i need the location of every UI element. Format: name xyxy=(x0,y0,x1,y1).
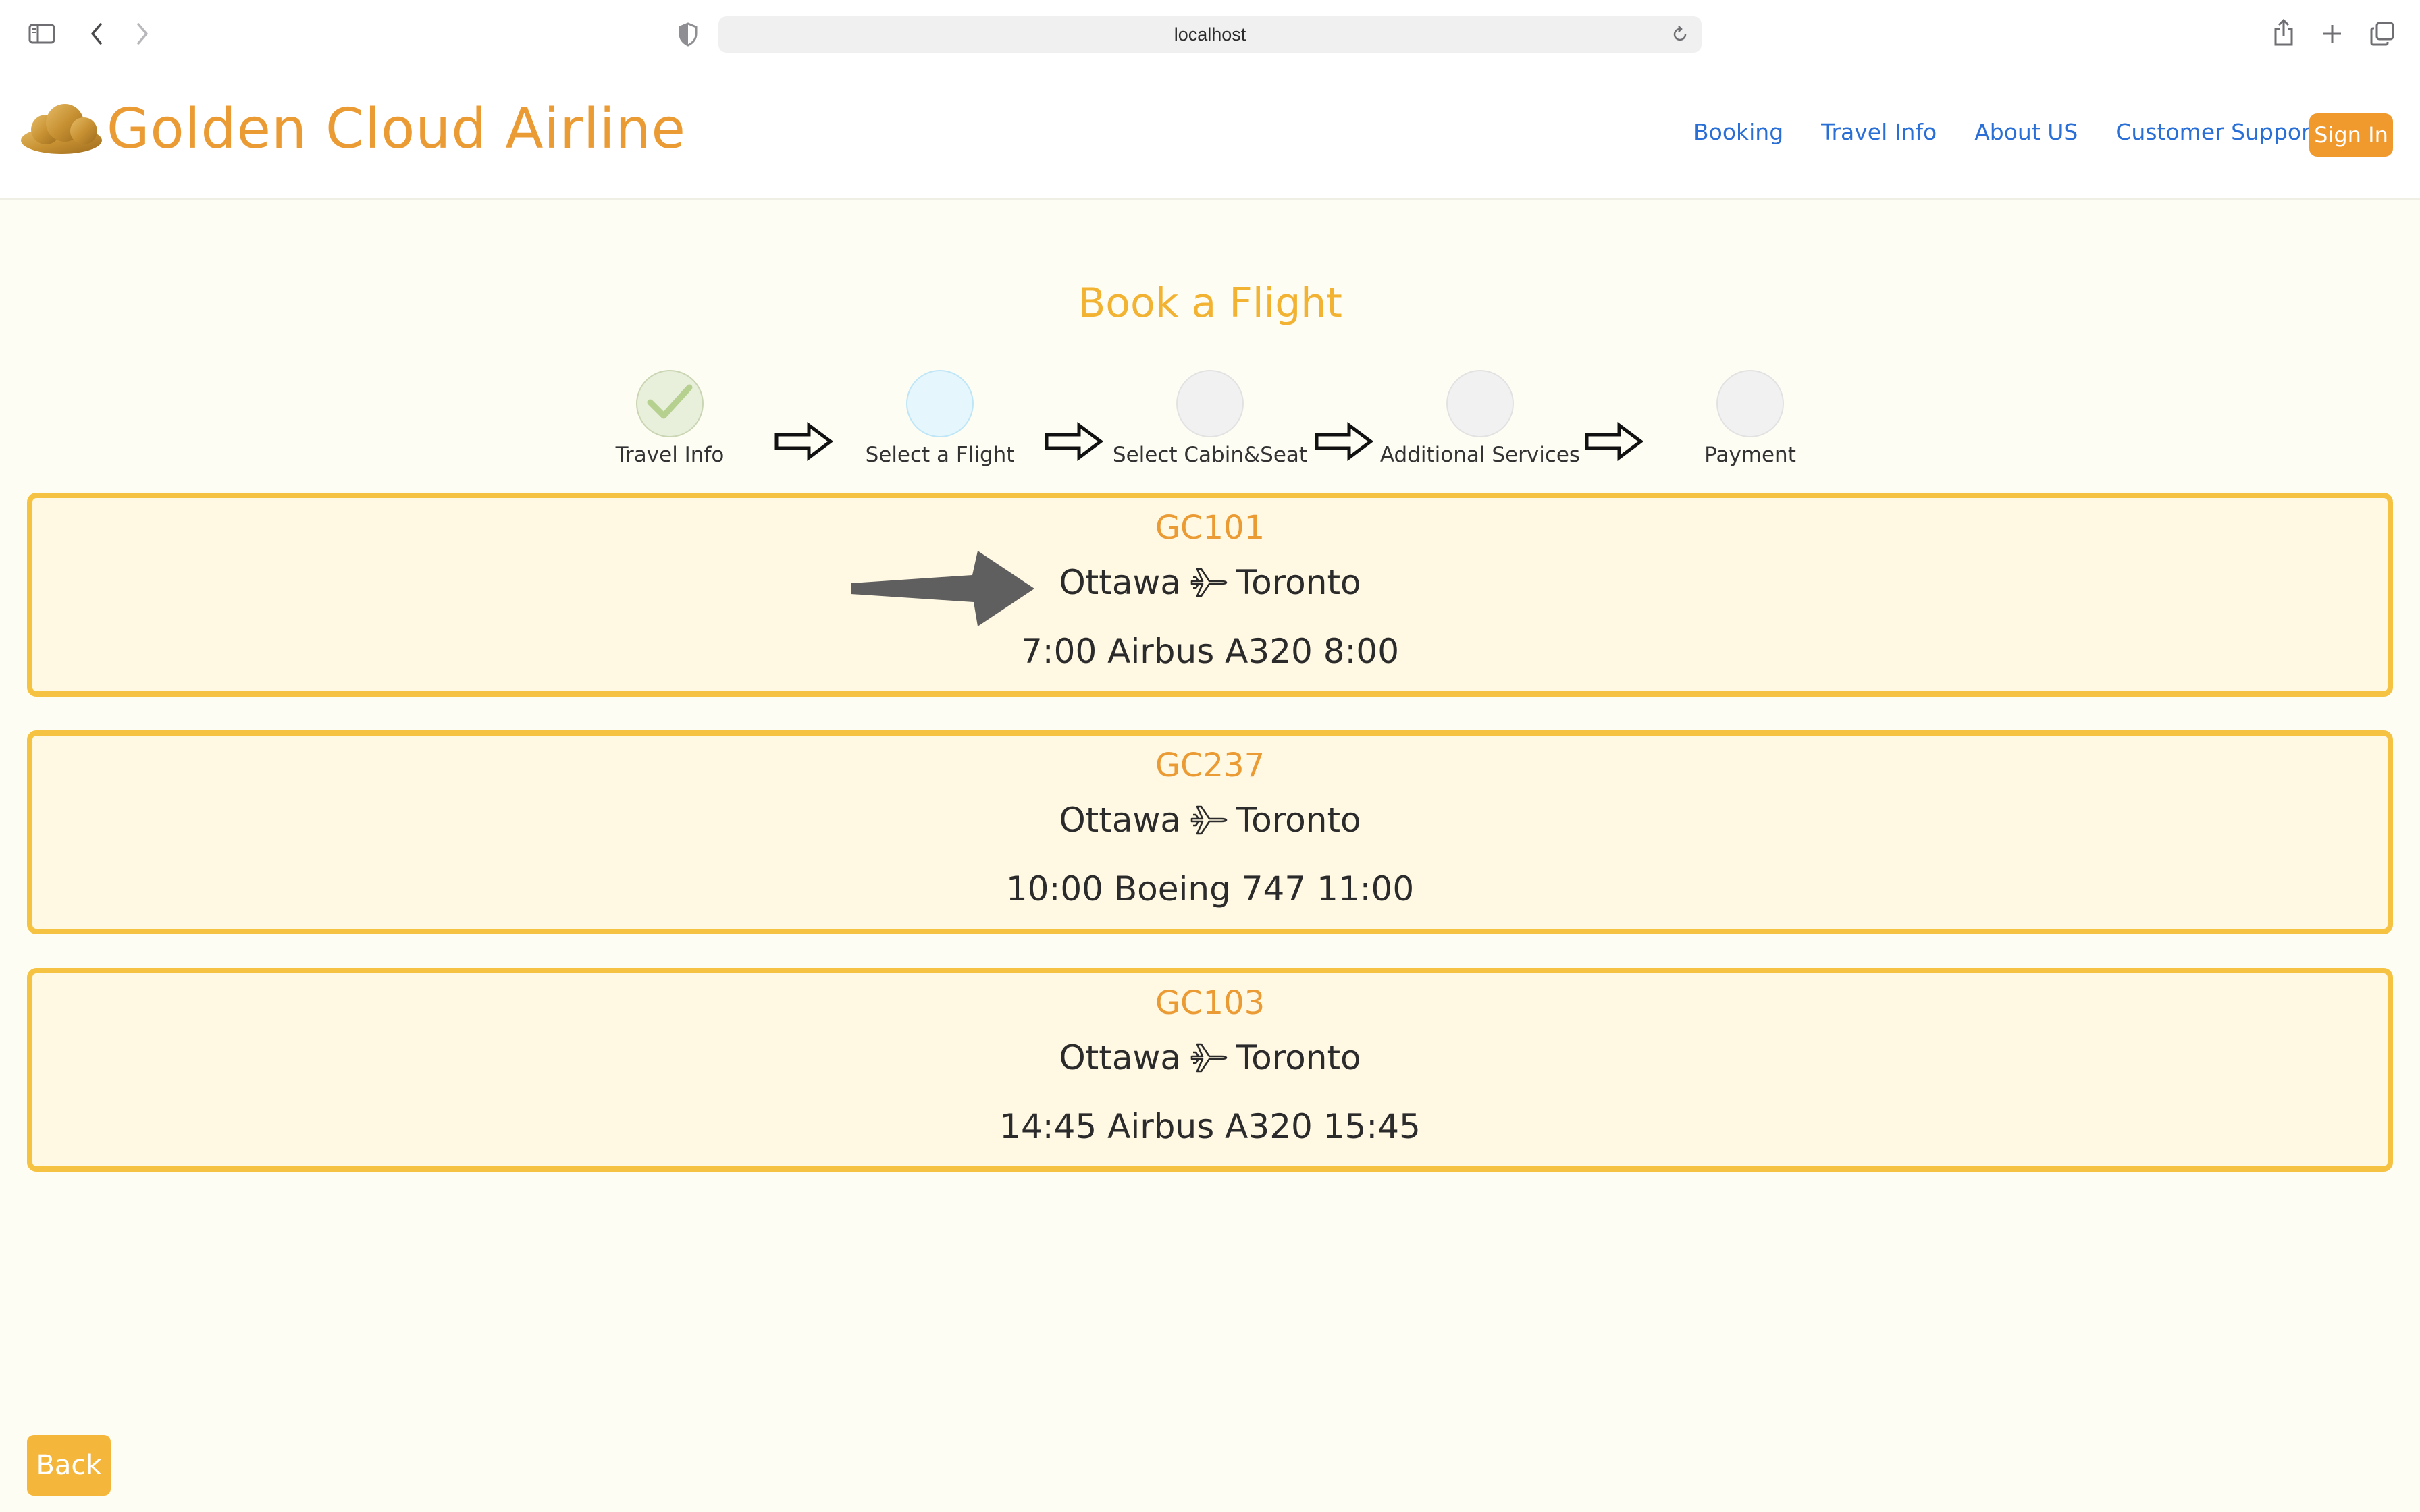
departure-time: 10:00 xyxy=(1005,869,1103,909)
step-travel-info[interactable]: Travel Info xyxy=(535,370,805,467)
chevron-left-icon[interactable] xyxy=(86,22,107,46)
flight-route: Ottawa Toronto xyxy=(32,1038,2388,1077)
airplane-icon xyxy=(1189,1042,1228,1074)
step-circle-active xyxy=(906,370,974,437)
nav-booking[interactable]: Booking xyxy=(1693,119,1783,145)
step-circle xyxy=(1446,370,1514,437)
booking-stepper: Travel Info Select a Flight Select Cabin… xyxy=(0,370,2420,471)
site-header: Golden Cloud Airline Booking Travel Info… xyxy=(0,70,2420,200)
departure-time: 7:00 xyxy=(1020,632,1097,671)
aircraft-type: Airbus A320 xyxy=(1107,1107,1313,1146)
brand-title[interactable]: Golden Cloud Airline xyxy=(107,97,686,161)
step-select-flight[interactable]: Select a Flight xyxy=(805,370,1075,467)
step-label: Travel Info xyxy=(615,443,725,467)
aircraft-type: Boeing 747 xyxy=(1113,869,1307,909)
plus-icon[interactable] xyxy=(2320,22,2344,46)
step-circle xyxy=(1716,370,1784,437)
back-button[interactable]: Back xyxy=(27,1435,111,1496)
step-additional-services[interactable]: Additional Services xyxy=(1345,370,1615,467)
flight-card[interactable]: GC101 Ottawa Toronto 7:00 Airbus A320 8:… xyxy=(27,493,2393,697)
step-label: Payment xyxy=(1704,443,1796,467)
arrival-time: 11:00 xyxy=(1317,869,1415,909)
golden-cloud-icon[interactable] xyxy=(19,100,104,157)
destination-city: Toronto xyxy=(1236,1038,1361,1077)
flight-schedule: 7:00 Airbus A320 8:00 xyxy=(32,632,2388,671)
flight-number: GC237 xyxy=(1155,747,1265,784)
share-icon[interactable] xyxy=(2271,18,2296,47)
flight-number: GC101 xyxy=(1155,509,1265,547)
address-bar[interactable]: localhost xyxy=(718,16,1702,53)
page-title: Book a Flight xyxy=(1078,279,1342,327)
check-icon xyxy=(646,383,693,424)
sidebar-toggle-icon[interactable] xyxy=(27,22,57,46)
step-payment[interactable]: Payment xyxy=(1615,370,1885,467)
reload-icon[interactable] xyxy=(1671,25,1689,49)
flight-number: GC103 xyxy=(1155,984,1265,1022)
url-text: localhost xyxy=(1174,24,1246,45)
flight-card[interactable]: GC237 Ottawa Toronto 10:00 Boeing 747 11… xyxy=(27,730,2393,934)
privacy-shield-icon[interactable] xyxy=(677,22,700,47)
step-select-cabin-seat[interactable]: Select Cabin&Seat xyxy=(1075,370,1345,467)
pointer-arrow-icon xyxy=(851,548,1040,632)
nav-customer-support[interactable]: Customer Support xyxy=(2115,119,2319,145)
destination-city: Toronto xyxy=(1236,563,1361,602)
step-circle xyxy=(1176,370,1244,437)
departure-time: 14:45 xyxy=(999,1107,1097,1146)
destination-city: Toronto xyxy=(1236,801,1361,840)
flight-card[interactable]: GC103 Ottawa Toronto 14:45 Airbus A320 1… xyxy=(27,968,2393,1172)
browser-toolbar: localhost xyxy=(0,0,2420,70)
nav-about-us[interactable]: About US xyxy=(1974,119,2078,145)
airplane-icon xyxy=(1189,566,1228,599)
nav-travel-info[interactable]: Travel Info xyxy=(1821,119,1937,145)
main-nav: Booking Travel Info About US Customer Su… xyxy=(1693,119,2357,145)
sign-in-button[interactable]: Sign In xyxy=(2309,113,2393,157)
step-label: Select a Flight xyxy=(865,443,1015,467)
arrival-time: 8:00 xyxy=(1323,632,1400,671)
origin-city: Ottawa xyxy=(1059,801,1182,840)
flight-route: Ottawa Toronto xyxy=(32,801,2388,840)
arrival-time: 15:45 xyxy=(1323,1107,1421,1146)
step-label: Select Cabin&Seat xyxy=(1112,443,1308,467)
aircraft-type: Airbus A320 xyxy=(1107,632,1313,671)
step-circle-done xyxy=(636,370,704,437)
flight-schedule: 10:00 Boeing 747 11:00 xyxy=(32,869,2388,909)
origin-city: Ottawa xyxy=(1059,1038,1182,1077)
tab-overview-icon[interactable] xyxy=(2369,20,2396,47)
airplane-icon xyxy=(1189,804,1228,836)
step-label: Additional Services xyxy=(1379,443,1581,467)
chevron-right-icon[interactable] xyxy=(132,22,153,46)
flight-route: Ottawa Toronto xyxy=(32,563,2388,602)
origin-city: Ottawa xyxy=(1059,563,1182,602)
flight-schedule: 14:45 Airbus A320 15:45 xyxy=(32,1107,2388,1146)
